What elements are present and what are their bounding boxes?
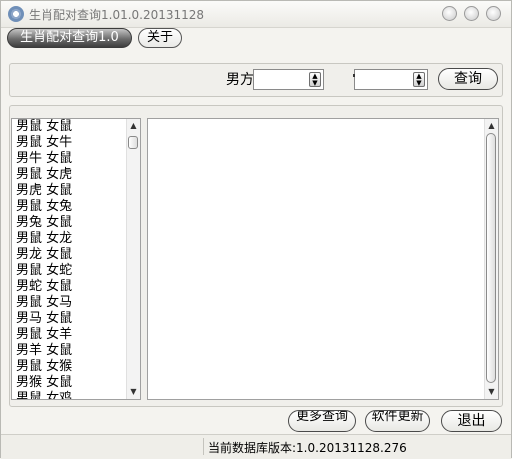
- minimize-button[interactable]: [442, 6, 457, 21]
- scroll-up-icon[interactable]: ▲: [128, 120, 139, 132]
- spinner-icon[interactable]: ▲ ▼: [413, 72, 425, 87]
- list-item[interactable]: 男羊 女鼠: [16, 343, 72, 359]
- pair-list-items: 男鼠 女鼠 男鼠 女牛 男牛 女鼠 男鼠 女虎 男虎 女鼠 男鼠 女兔 男兔 女鼠 男鼠 女龙…: [16, 119, 72, 399]
- list-item[interactable]: 男马 女鼠: [16, 311, 72, 327]
- field-marker: [353, 74, 355, 77]
- result-scrollbar[interactable]: ▲ ▼: [484, 119, 498, 399]
- list-item[interactable]: 男蛇 女鼠: [16, 279, 72, 295]
- result-text-area[interactable]: ▲ ▼: [147, 118, 499, 400]
- db-version-text: 当前数据库版本:1.0.20131128.276: [208, 441, 407, 455]
- software-update-button[interactable]: 软件更新: [365, 410, 430, 432]
- exit-button[interactable]: 退出: [441, 410, 502, 432]
- list-item[interactable]: 男鼠 女兔: [16, 199, 72, 215]
- list-item[interactable]: 男虎 女鼠: [16, 183, 72, 199]
- list-item[interactable]: 男鼠 女羊: [16, 327, 72, 343]
- tab-main-query[interactable]: 生肖配对查询1.0: [7, 28, 132, 48]
- status-divider: [203, 438, 204, 455]
- scroll-down-icon[interactable]: ▼: [486, 386, 497, 398]
- list-item[interactable]: 男鼠 女马: [16, 295, 72, 311]
- male-zodiac-select[interactable]: ▲ ▼: [253, 69, 324, 90]
- query-button[interactable]: 查询: [438, 68, 498, 90]
- tab-about[interactable]: 关于: [138, 28, 182, 48]
- app-window: 生肖配对查询1.01.0.20131128 生肖配对查询1.0 关于 男方 ▲ ▼…: [0, 0, 512, 459]
- male-label: 男方: [226, 72, 254, 88]
- more-query-button[interactable]: 更多查询: [288, 410, 356, 432]
- list-item[interactable]: 男猴 女鼠: [16, 375, 72, 391]
- pair-list[interactable]: 男鼠 女鼠 男鼠 女牛 男牛 女鼠 男鼠 女虎 男虎 女鼠 男鼠 女兔 男兔 女鼠 男鼠 女龙…: [11, 118, 141, 400]
- list-item[interactable]: 男鼠 女蛇: [16, 263, 72, 279]
- list-item[interactable]: 男鼠 女鼠: [16, 119, 72, 135]
- pair-list-scrollbar[interactable]: ▲ ▼: [126, 119, 140, 399]
- scroll-down-icon[interactable]: ▼: [128, 386, 139, 398]
- female-zodiac-select[interactable]: ▲ ▼: [353, 69, 428, 90]
- list-item[interactable]: 男兔 女鼠: [16, 215, 72, 231]
- scroll-thumb[interactable]: [486, 133, 496, 383]
- status-bar: 当前数据库版本:1.0.20131128.276: [1, 434, 511, 459]
- list-item[interactable]: 男鼠 女牛: [16, 135, 72, 151]
- list-item[interactable]: 男鼠 女龙: [16, 231, 72, 247]
- window-title: 生肖配对查询1.01.0.20131128: [29, 8, 205, 22]
- app-icon: [8, 6, 24, 22]
- list-item[interactable]: 男牛 女鼠: [16, 151, 72, 167]
- list-item[interactable]: 男鼠 女虎: [16, 167, 72, 183]
- close-button[interactable]: [486, 6, 501, 21]
- list-item[interactable]: 男龙 女鼠: [16, 247, 72, 263]
- scroll-up-icon[interactable]: ▲: [486, 120, 497, 132]
- list-item[interactable]: 男鼠 女鸡: [16, 391, 72, 399]
- title-bar[interactable]: 生肖配对查询1.01.0.20131128: [1, 1, 511, 28]
- list-item[interactable]: 男鼠 女猴: [16, 359, 72, 375]
- scroll-thumb[interactable]: [128, 136, 138, 149]
- maximize-button[interactable]: [464, 6, 479, 21]
- spinner-icon[interactable]: ▲ ▼: [309, 72, 321, 87]
